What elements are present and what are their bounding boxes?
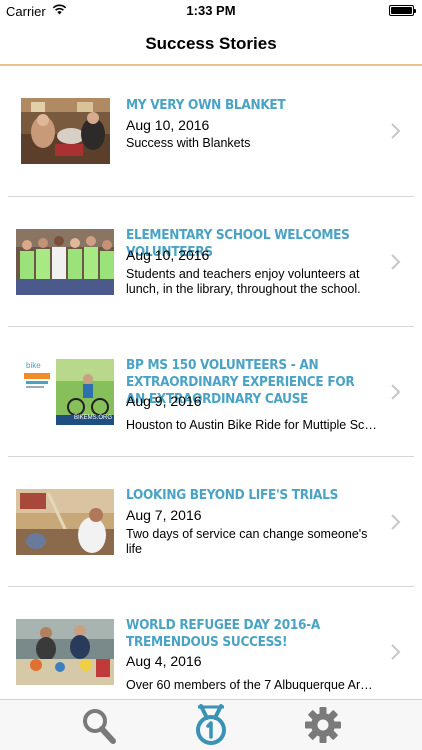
story-date: Aug 7, 2016 (126, 507, 202, 523)
story-description: Houston to Austin Bike Ride for Muttiple… (126, 418, 378, 432)
battery-icon (389, 5, 416, 16)
story-row-bp-ms-150[interactable]: bike BIKEMS.ORG BP MS 150 VOLUNTEERS - A… (0, 327, 422, 457)
tab-bar (0, 699, 422, 750)
story-row-blanket[interactable]: MY VERY OWN BLANKET Aug 10, 2016 Success… (0, 67, 422, 197)
search-icon (83, 709, 116, 744)
tab-settings[interactable] (299, 704, 347, 746)
stories-list[interactable]: MY VERY OWN BLANKET Aug 10, 2016 Success… (0, 67, 422, 699)
tab-success-stories[interactable] (187, 704, 235, 746)
story-thumbnail (16, 489, 114, 555)
chevron-right-icon (391, 514, 401, 530)
story-date: Aug 10, 2016 (126, 247, 210, 263)
story-row-elementary-school[interactable]: ELEMENTARY SCHOOL WELCOMES VOLUNTEERS Au… (0, 197, 422, 327)
story-title: LOOKING BEYOND LIFE'S TRIALS (126, 487, 339, 503)
bike-ms-url: BIKEMS.ORG (74, 415, 113, 421)
navigation-bar: Success Stories (0, 22, 422, 66)
gear-icon (305, 707, 341, 743)
story-description: Success with Blankets (126, 136, 251, 150)
status-bar: Carrier 1:33 PM (0, 0, 422, 22)
tab-search[interactable] (75, 704, 123, 746)
chevron-right-icon (391, 123, 401, 139)
story-thumbnail (21, 98, 110, 164)
chevron-right-icon (391, 644, 401, 660)
clock: 1:33 PM (186, 3, 236, 18)
story-title: MY VERY OWN BLANKET (126, 97, 286, 113)
chevron-right-icon (391, 384, 401, 400)
medal-icon (196, 704, 226, 745)
page-title: Success Stories (145, 34, 277, 53)
story-row-world-refugee-day[interactable]: WORLD REFUGEE DAY 2016-A TREMENDOUS SUCC… (0, 587, 422, 699)
story-title: WORLD REFUGEE DAY 2016-A TREMENDOUS SUCC… (126, 617, 320, 650)
story-description: Two days of service can change someone's… (126, 527, 368, 556)
story-thumbnail: bike BIKEMS.ORG (16, 359, 114, 425)
story-date: Aug 10, 2016 (126, 117, 210, 133)
story-row-life-trials[interactable]: LOOKING BEYOND LIFE'S TRIALS Aug 7, 2016… (0, 457, 422, 587)
story-description: Students and teachers enjoy volunteers a… (126, 267, 361, 296)
story-date: Aug 9, 2016 (126, 393, 202, 409)
story-description: Over 60 members of the 7 Albuquerque Are… (126, 678, 378, 692)
story-thumbnail (16, 619, 114, 685)
story-date: Aug 4, 2016 (126, 653, 202, 669)
story-thumbnail (16, 229, 114, 295)
bike-logo-text: bike (26, 361, 41, 370)
chevron-right-icon (391, 254, 401, 270)
